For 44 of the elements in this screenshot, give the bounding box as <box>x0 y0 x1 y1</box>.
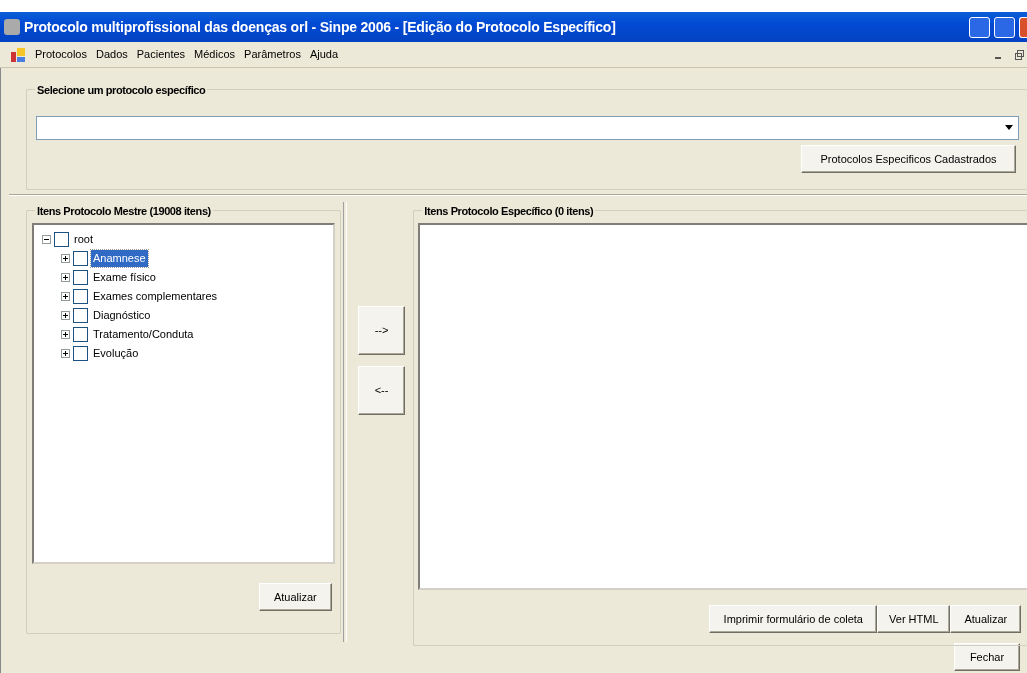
window-title: Protocolo multiprofissional das doenças orl - Sinpe 2006 - [Edição do Protocolo Específico] <box>24 17 616 37</box>
checkbox[interactable] <box>54 232 69 247</box>
minimize-button[interactable] <box>969 16 990 38</box>
expand-icon[interactable] <box>61 273 70 282</box>
checkbox[interactable] <box>73 346 88 361</box>
app-icon <box>4 19 20 35</box>
menu-item[interactable]: Ajuda <box>309 46 339 63</box>
registered-protocols-button[interactable]: Protocolos Especificos Cadastrados <box>801 145 1016 173</box>
app-menu-icon[interactable] <box>10 46 26 63</box>
tree-item[interactable]: Diagnóstico <box>91 307 153 324</box>
tree-item[interactable]: Exame físico <box>91 269 158 286</box>
menu-item[interactable]: Protocolos <box>35 46 87 63</box>
refresh-button[interactable]: Atualizar <box>950 605 1022 633</box>
collapse-icon[interactable] <box>42 235 51 244</box>
protocol-combobox[interactable] <box>36 116 1019 140</box>
expand-icon[interactable] <box>61 349 70 358</box>
expand-icon[interactable] <box>61 292 70 301</box>
tree-item[interactable]: Tratamento/Conduta <box>91 326 196 343</box>
tree-item[interactable]: Evolução <box>91 345 141 362</box>
expand-icon[interactable] <box>61 330 70 339</box>
tree-item[interactable]: Anamnese <box>91 250 148 267</box>
checkbox[interactable] <box>73 327 88 342</box>
tree-item[interactable]: root <box>72 231 95 248</box>
checkbox[interactable] <box>73 308 88 323</box>
dropdown-arrow-icon <box>1005 125 1013 131</box>
restore-button[interactable] <box>994 16 1015 38</box>
refresh-button[interactable]: Atualizar <box>258 583 332 611</box>
menu-item[interactable]: Parâmetros <box>244 46 301 63</box>
checkbox[interactable] <box>73 270 88 285</box>
view-html-button[interactable]: Ver HTML <box>877 605 951 633</box>
add-button[interactable]: --> <box>357 306 406 355</box>
menu-item[interactable]: Médicos <box>194 46 236 63</box>
print-form-button[interactable]: Imprimir formulário de coleta <box>709 605 878 633</box>
checkbox[interactable] <box>73 289 88 304</box>
checkbox[interactable] <box>73 251 88 266</box>
expand-icon[interactable] <box>61 311 70 320</box>
remove-button[interactable]: <-- <box>357 366 406 415</box>
menu-item[interactable]: Pacientes <box>136 46 186 63</box>
menu-item[interactable]: Dados <box>96 46 128 63</box>
close-button[interactable] <box>1019 16 1027 38</box>
close-button[interactable]: Fechar <box>954 643 1020 671</box>
tree-item[interactable]: Exames complementares <box>91 288 220 305</box>
restore-icon[interactable] <box>1013 48 1025 61</box>
expand-icon[interactable] <box>61 254 70 263</box>
